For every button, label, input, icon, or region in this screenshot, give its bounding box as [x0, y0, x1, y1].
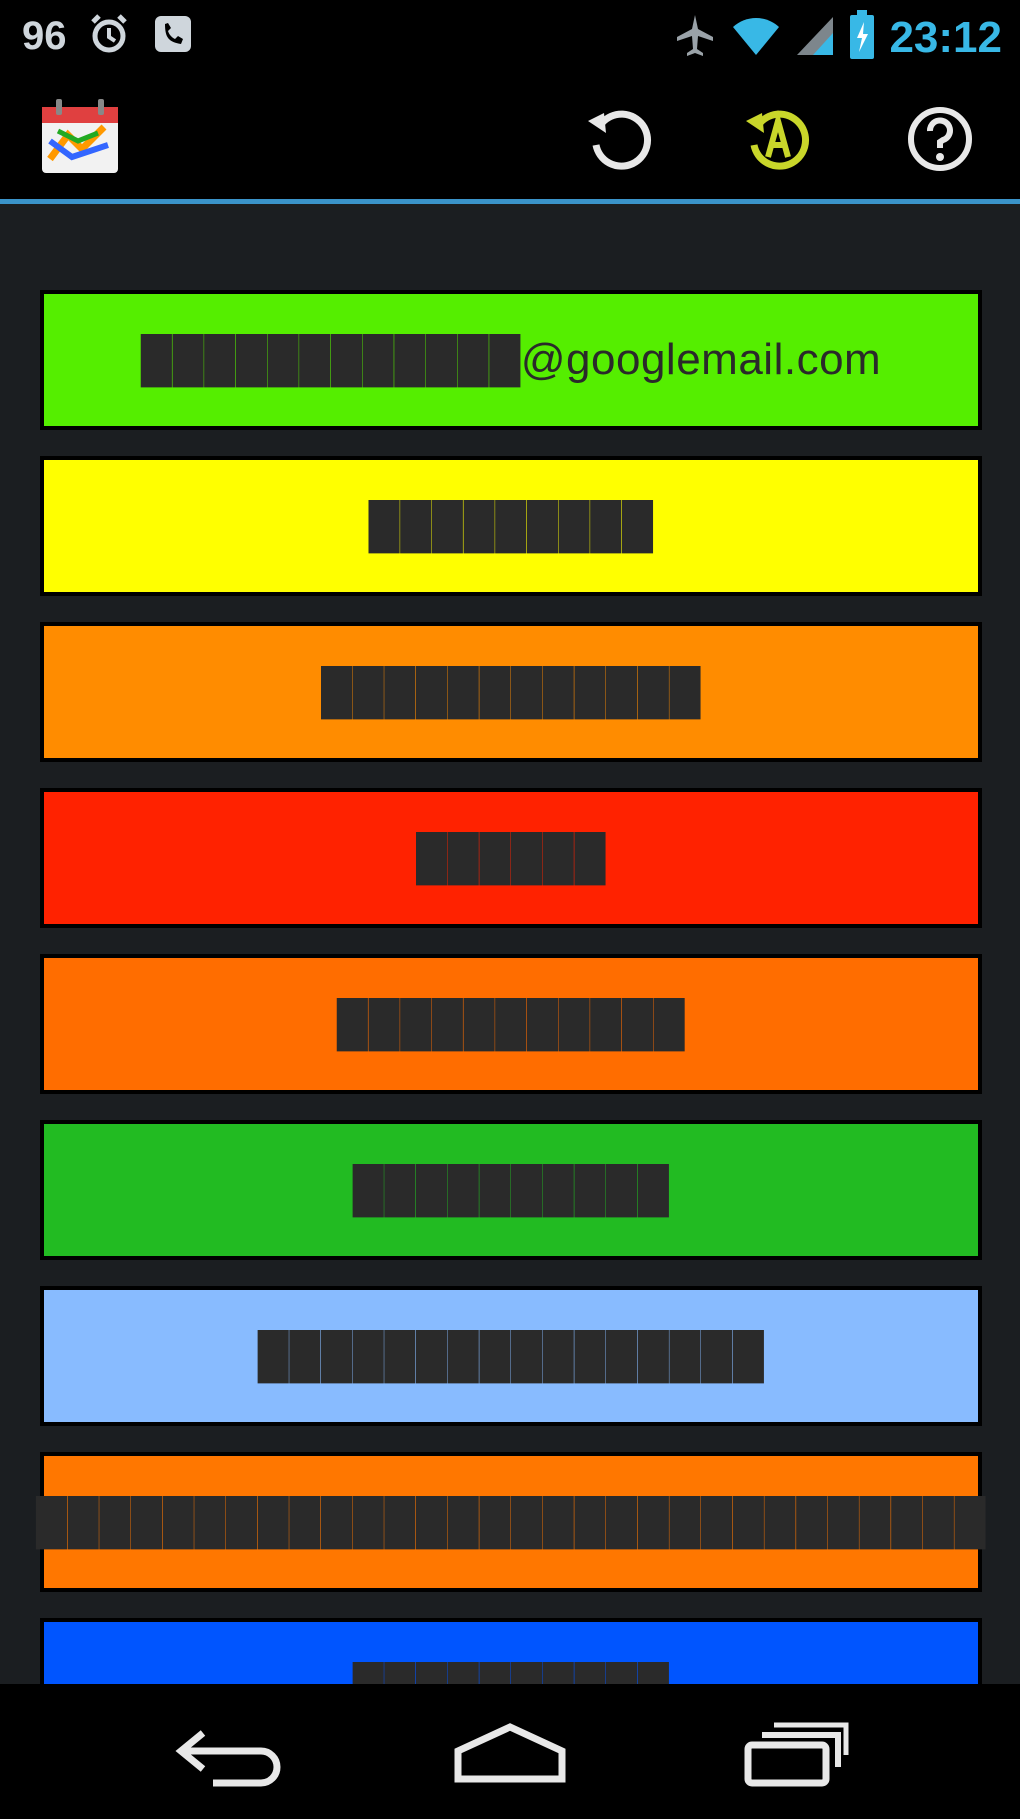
status-left: 96	[22, 12, 195, 61]
battery-icon	[849, 10, 875, 65]
account-button[interactable]: █████████	[40, 456, 982, 596]
battery-percent: 96	[22, 14, 67, 58]
account-list-container: ████████████@googlemail.com █████████ ██…	[0, 204, 1020, 1684]
account-label: ████████████████	[257, 1331, 765, 1380]
account-label: ██████████	[352, 1165, 670, 1214]
back-icon[interactable]	[168, 1714, 288, 1794]
status-right: 23:12	[673, 10, 1002, 65]
action-bar	[0, 75, 1020, 199]
account-button[interactable]: ████████████████	[40, 1286, 982, 1426]
account-label: ██████████████████████████████	[35, 1497, 987, 1546]
home-icon[interactable]	[450, 1714, 570, 1794]
account-label: ██████████	[353, 1663, 670, 1684]
account-label: ████████████@googlemail.com	[140, 335, 882, 384]
signal-icon	[795, 13, 835, 62]
alarm-icon	[87, 12, 131, 61]
refresh-icon[interactable]	[580, 99, 660, 179]
account-button[interactable]: ████████████	[40, 622, 982, 762]
clock: 23:12	[889, 12, 1002, 62]
account-label: █████████	[368, 501, 654, 550]
account-label: ██████	[415, 833, 607, 882]
account-label: ███████████	[336, 999, 686, 1048]
account-list: ████████████@googlemail.com █████████ ██…	[36, 290, 986, 1684]
status-bar: 96 23:12	[0, 0, 1020, 75]
airplane-icon	[673, 11, 717, 64]
account-button[interactable]: ██████████████████████████████	[36, 1452, 986, 1592]
account-button[interactable]: ████████████@googlemail.com	[40, 290, 982, 430]
account-button[interactable]: ██████████	[40, 1618, 982, 1684]
account-button[interactable]: ██████████	[40, 1120, 982, 1260]
auto-sync-icon[interactable]	[738, 99, 818, 179]
phone-app-icon	[151, 12, 195, 61]
calendar-app-icon[interactable]	[38, 97, 122, 177]
wifi-icon	[731, 13, 781, 62]
account-button[interactable]: ███████████	[40, 954, 982, 1094]
account-button[interactable]: ██████	[40, 788, 982, 928]
recent-apps-icon[interactable]	[735, 1714, 855, 1794]
navigation-bar	[0, 1684, 1020, 1819]
help-icon[interactable]	[900, 99, 980, 179]
account-label: ████████████	[320, 667, 702, 716]
